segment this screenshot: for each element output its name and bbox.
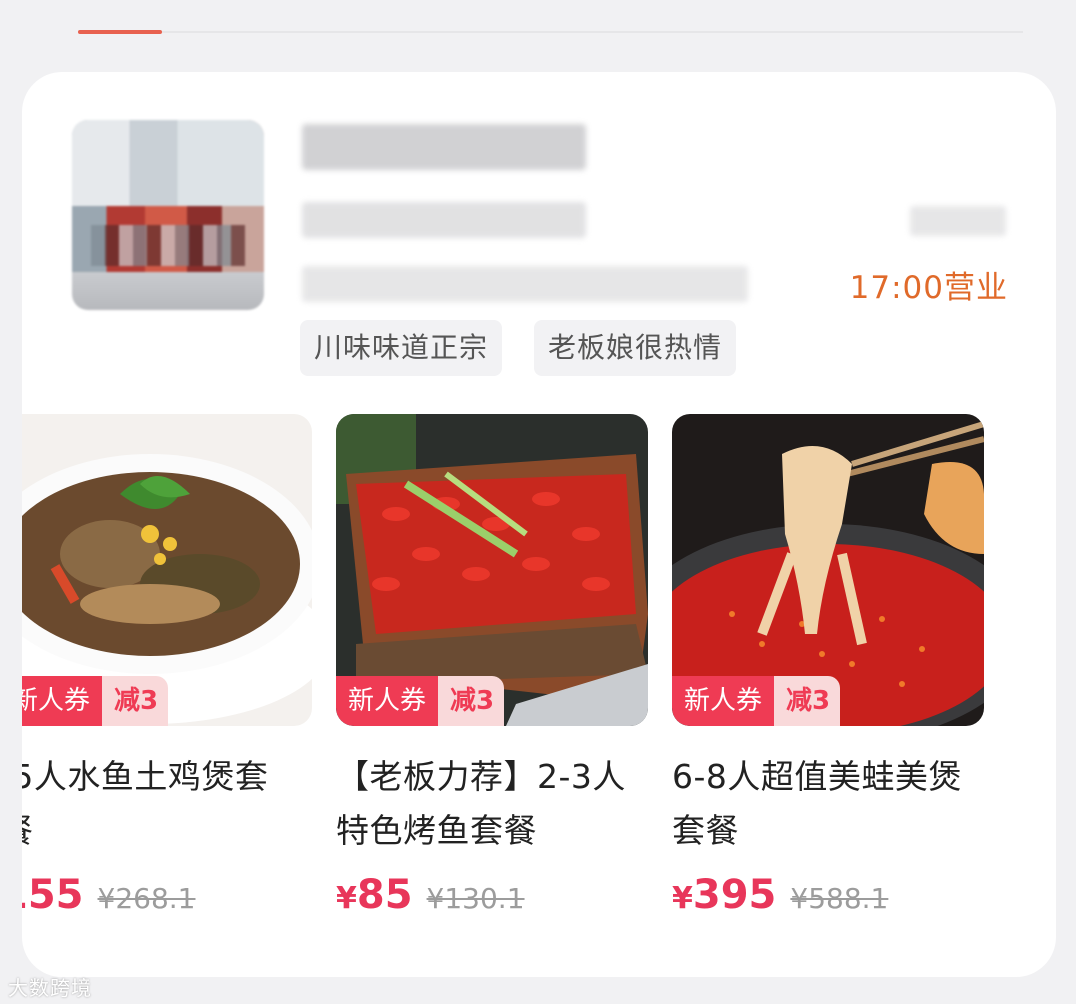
shop-tag: 川味味道正宗 xyxy=(300,320,503,376)
badge-discount: 减3 xyxy=(438,676,505,726)
shop-tag: 老板娘很热情 xyxy=(534,320,737,376)
product-card[interactable]: 新人券 减3 【老板力荐】2-3人特色烤鱼套餐 ¥85 ¥130.1 xyxy=(336,414,648,918)
original-price: ¥130.1 xyxy=(426,882,525,915)
original-price: ¥588.1 xyxy=(790,882,889,915)
coupon-badge: 新人券 减3 xyxy=(22,676,169,726)
badge-label: 新人券 xyxy=(336,676,439,726)
shop-photo[interactable] xyxy=(72,120,264,310)
shop-rating-blurred xyxy=(302,202,586,238)
frog-pot-image[interactable]: 新人券 减3 xyxy=(672,414,984,726)
price-row: 155 ¥268.1 xyxy=(22,872,312,918)
product-name: 【老板力荐】2-3人特色烤鱼套餐 xyxy=(336,757,626,850)
coupon-badge: 新人券 减3 xyxy=(672,676,841,726)
stew-pot-image[interactable]: 新人券 减3 xyxy=(22,414,312,726)
product-name: -5人水鱼土鸡煲套餐 xyxy=(22,757,269,850)
badge-label: 新人券 xyxy=(672,676,775,726)
product-price: ¥85 xyxy=(336,872,413,918)
badge-discount: 减3 xyxy=(774,676,841,726)
badge-discount: 减3 xyxy=(102,676,169,726)
shop-address-blurred xyxy=(302,266,748,302)
badge-label: 新人券 xyxy=(22,676,103,726)
shop-name-blurred[interactable] xyxy=(302,124,586,170)
active-tab-indicator xyxy=(78,30,162,34)
price-row: ¥395 ¥588.1 xyxy=(672,872,984,918)
product-name: 6-8人超值美蛙美煲套餐 xyxy=(672,757,962,850)
shop-card[interactable]: 17:00营业 川味味道正宗 老板娘很热情 新人券 减3 5人水鱼土鸡煲套 55… xyxy=(22,72,1056,977)
grilled-fish-image[interactable]: 新人券 减3 xyxy=(336,414,648,726)
original-price: ¥268.1 xyxy=(97,882,196,915)
watermark: 大数跨境 xyxy=(8,976,92,1000)
product-card[interactable]: 新人券 减3 -5人水鱼土鸡煲套餐 155 ¥268.1 xyxy=(22,414,312,918)
product-price: 155 xyxy=(22,872,84,918)
product-price: ¥395 xyxy=(672,872,777,918)
coupon-badge: 新人券 减3 xyxy=(336,676,505,726)
tab-underline xyxy=(78,31,1023,33)
opening-hours: 17:00营业 xyxy=(849,270,1008,306)
product-card[interactable]: 新人券 减3 6-8人超值美蛙美煲套餐 ¥395 ¥588.1 xyxy=(672,414,984,918)
shop-distance-blurred xyxy=(910,206,1006,236)
price-row: ¥85 ¥130.1 xyxy=(336,872,648,918)
